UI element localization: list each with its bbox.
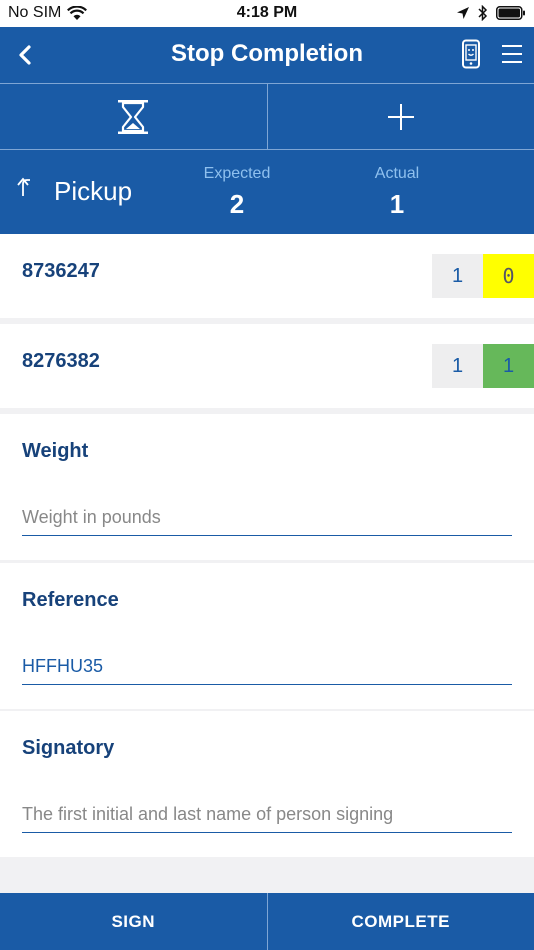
location-arrow-icon [457, 7, 469, 19]
hourglass-icon [118, 99, 149, 134]
item-id: 8736247 [22, 260, 100, 282]
battery-icon [496, 6, 525, 20]
expected-value: 2 [229, 189, 245, 219]
stop-type-label: Pickup [54, 176, 133, 206]
stop-summary: Pickup Expected 2 Actual 1 [0, 150, 534, 234]
list-item[interactable]: 8276382 1 1 [0, 324, 534, 408]
clock: 4:18 PM [236, 4, 298, 21]
reference-input[interactable] [22, 649, 512, 685]
signatory-label: Signatory [22, 737, 115, 759]
action-toolbar [0, 83, 534, 150]
reference-label: Reference [22, 589, 119, 611]
bluetooth-icon [478, 5, 488, 21]
reference-section: Reference [0, 563, 534, 709]
nav-bar: Stop Completion [0, 27, 534, 83]
actual-count: Actual 1 [337, 165, 457, 220]
complete-button[interactable]: COMPLETE [266, 893, 534, 950]
actual-value: 1 [389, 189, 405, 219]
expected-label: Expected [203, 165, 271, 182]
hamburger-menu-icon[interactable] [500, 41, 524, 67]
mobile-device-icon[interactable] [460, 39, 482, 69]
item-actual-count[interactable]: 1 [483, 344, 534, 388]
add-button[interactable] [266, 84, 534, 149]
sign-button[interactable]: SIGN [0, 893, 267, 950]
item-expected-count: 1 [432, 254, 483, 298]
weight-input[interactable] [22, 500, 512, 536]
plus-icon [387, 103, 414, 130]
actual-label: Actual [374, 165, 420, 182]
page-title: Stop Completion [171, 40, 363, 67]
list-item[interactable]: 8736247 1 0 [0, 234, 534, 318]
weight-label: Weight [22, 440, 89, 462]
bottom-action-bar: SIGN COMPLETE [0, 893, 534, 950]
item-actual-count[interactable]: 0 [483, 254, 534, 298]
expected-count: Expected 2 [177, 165, 297, 220]
timer-button[interactable] [0, 84, 267, 149]
item-expected-count: 1 [432, 344, 483, 388]
weight-section: Weight [0, 414, 534, 560]
item-id: 8276382 [22, 350, 100, 372]
status-bar: No SIM 4:18 PM [0, 0, 534, 27]
pickup-arrow-icon [17, 177, 30, 196]
signatory-input[interactable] [22, 797, 512, 833]
signatory-section: Signatory [0, 711, 534, 857]
